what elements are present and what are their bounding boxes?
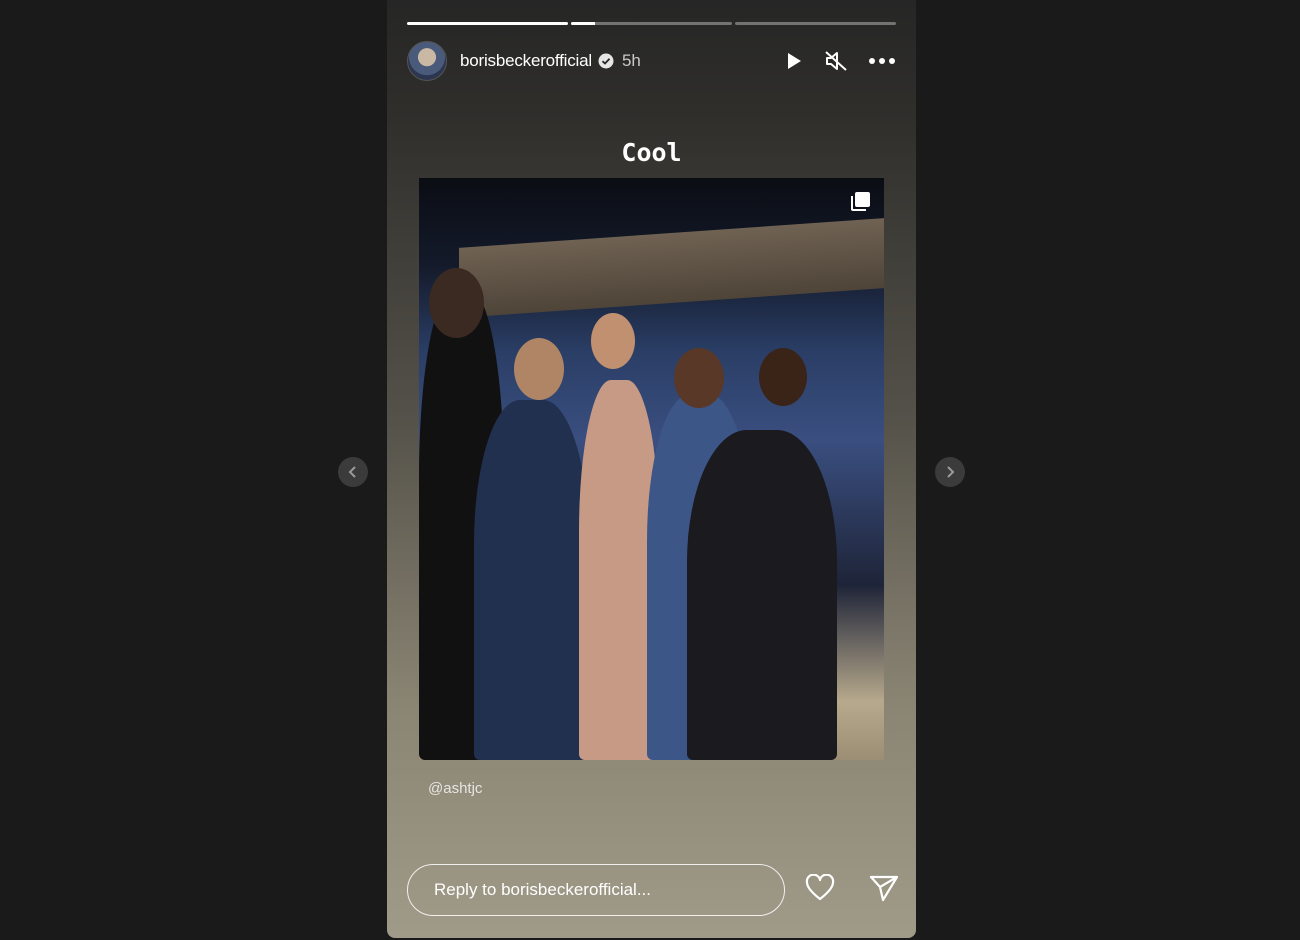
progress-segment (571, 22, 732, 25)
reply-placeholder: Reply to borisbeckerofficial... (434, 880, 652, 899)
story-viewer: borisbeckerofficial 5h Cool @ashtjc Repl… (387, 0, 916, 938)
send-icon[interactable] (869, 874, 899, 902)
chevron-right-icon (947, 466, 955, 478)
muted-speaker-icon[interactable] (824, 50, 848, 72)
progress-segment (735, 22, 896, 25)
mention-tag[interactable]: @ashtjc (428, 780, 482, 797)
verified-badge-icon (598, 53, 614, 69)
heart-icon[interactable] (805, 874, 835, 902)
previous-story-button[interactable] (338, 457, 368, 487)
avatar[interactable] (407, 41, 447, 81)
post-time: 5h (621, 51, 641, 70)
story-photo[interactable] (419, 178, 884, 760)
story-progress (407, 22, 896, 25)
story-header: borisbeckerofficial 5h (407, 41, 896, 81)
next-story-button[interactable] (935, 457, 965, 487)
play-icon[interactable] (784, 51, 804, 71)
reply-input[interactable]: Reply to borisbeckerofficial... (407, 864, 785, 916)
multiple-photos-icon (851, 192, 870, 211)
progress-segment (407, 22, 568, 25)
more-dots-icon[interactable] (868, 57, 896, 65)
chevron-left-icon (348, 466, 356, 478)
story-caption: Cool (621, 138, 682, 167)
username[interactable]: borisbeckerofficial (460, 51, 592, 71)
